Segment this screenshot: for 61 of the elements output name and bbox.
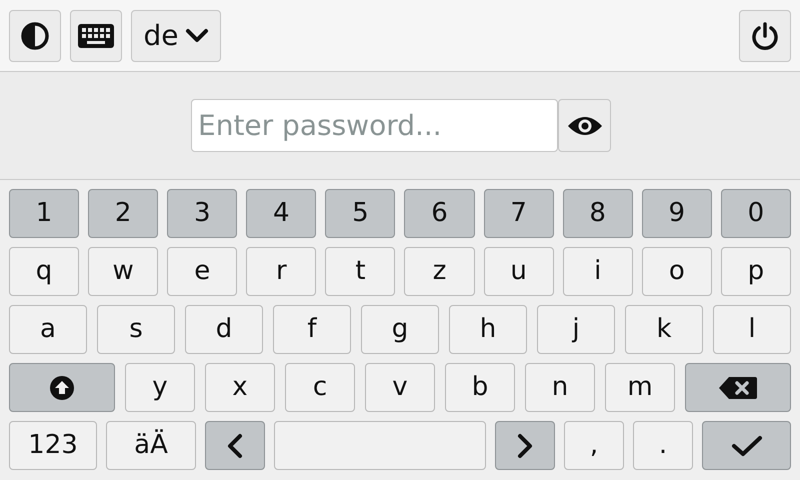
language-dropdown[interactable]: de xyxy=(131,10,221,62)
show-password-button[interactable] xyxy=(558,99,611,152)
letter-key[interactable]: l xyxy=(713,305,791,354)
digit-key[interactable]: 2 xyxy=(88,189,158,238)
keyboard-button[interactable] xyxy=(70,10,122,62)
digit-key[interactable]: 4 xyxy=(246,189,316,238)
letter-key[interactable]: u xyxy=(484,247,554,296)
check-icon xyxy=(730,434,762,458)
letter-key[interactable]: t xyxy=(325,247,396,296)
letter-key[interactable]: d xyxy=(185,305,263,354)
chevron-down-icon xyxy=(184,28,208,44)
letter-key[interactable]: e xyxy=(167,247,238,296)
chevron-right-icon xyxy=(517,432,533,458)
letter-key[interactable]: g xyxy=(361,305,439,354)
letter-key[interactable]: c xyxy=(285,363,355,412)
digit-key[interactable]: 6 xyxy=(404,189,475,238)
digit-key[interactable]: 5 xyxy=(325,189,396,238)
contrast-icon xyxy=(20,20,50,50)
letter-key[interactable]: p xyxy=(720,247,791,296)
letter-key[interactable]: r xyxy=(246,247,316,296)
letter-key[interactable]: x xyxy=(205,363,275,412)
letter-key[interactable]: n xyxy=(525,363,595,412)
letter-key[interactable]: k xyxy=(625,305,703,354)
punctuation-key[interactable]: . xyxy=(633,421,693,470)
letter-key[interactable]: z xyxy=(404,247,475,296)
digit-key[interactable]: 3 xyxy=(167,189,238,238)
letter-key[interactable]: i xyxy=(562,247,633,296)
letter-key[interactable]: b xyxy=(445,363,515,412)
digit-key[interactable]: 0 xyxy=(720,189,791,238)
letter-key[interactable]: h xyxy=(449,305,527,354)
letter-key[interactable]: q xyxy=(9,247,80,296)
digit-key[interactable]: 7 xyxy=(484,189,554,238)
keyboard-icon xyxy=(78,24,114,48)
enter-key[interactable] xyxy=(702,421,791,470)
password-field[interactable]: Enter password... xyxy=(191,99,558,152)
backspace-key[interactable] xyxy=(685,363,791,412)
letter-key[interactable]: w xyxy=(88,247,158,296)
left-arrow-key[interactable] xyxy=(205,421,265,470)
chevron-left-icon xyxy=(227,432,243,458)
shift-icon xyxy=(49,374,75,400)
power-icon xyxy=(750,20,780,50)
shift-key[interactable] xyxy=(9,363,115,412)
letter-key[interactable]: a xyxy=(9,305,87,354)
letter-key[interactable]: o xyxy=(642,247,712,296)
letter-key[interactable]: y xyxy=(125,363,195,412)
contrast-button[interactable] xyxy=(9,10,61,62)
letter-key[interactable]: j xyxy=(537,305,615,354)
digit-key[interactable]: 9 xyxy=(642,189,712,238)
letter-key[interactable]: m xyxy=(605,363,675,412)
power-button[interactable] xyxy=(739,10,791,62)
digit-key[interactable]: 8 xyxy=(562,189,633,238)
punctuation-key[interactable]: , xyxy=(564,421,624,470)
mode-key[interactable]: äÄ xyxy=(106,421,196,470)
mode-key[interactable]: 123 xyxy=(9,421,97,470)
letter-key[interactable]: s xyxy=(97,305,175,354)
letter-key[interactable]: v xyxy=(365,363,435,412)
digit-key[interactable]: 1 xyxy=(9,189,80,238)
letter-key[interactable]: f xyxy=(273,305,351,354)
backspace-icon xyxy=(718,376,758,400)
language-label: de xyxy=(144,18,178,54)
right-arrow-key[interactable] xyxy=(495,421,555,470)
